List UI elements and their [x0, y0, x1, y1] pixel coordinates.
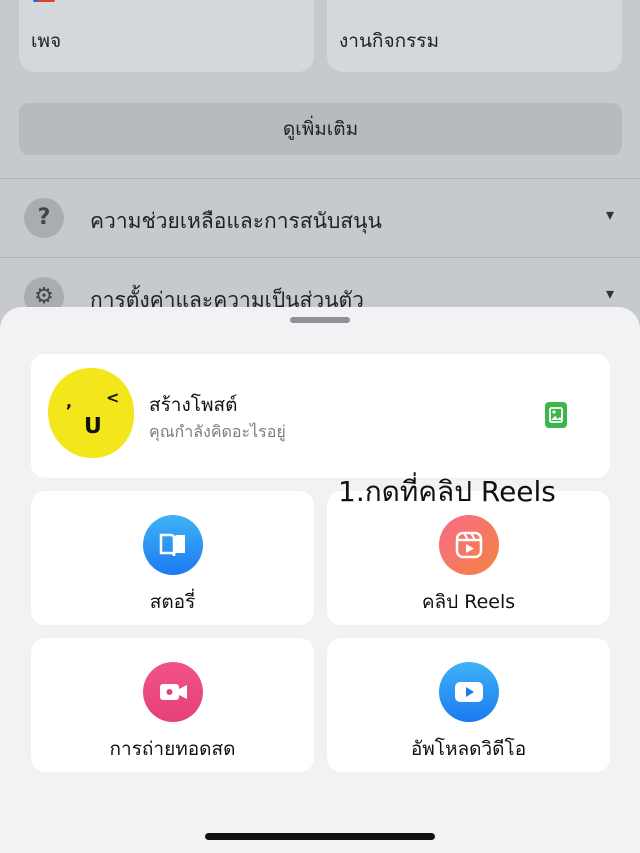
upload-video-label: อัพโหลดวิดีโอ [410, 738, 527, 760]
story-tile[interactable]: สตอรี่ [31, 491, 314, 625]
reels-label: คลิป Reels [421, 591, 516, 613]
upload-video-tile[interactable]: อัพโหลดวิดีโอ [327, 638, 610, 772]
events-label: งานกิจกรรม [339, 30, 440, 52]
chevron-down-icon: ▾ [605, 284, 614, 303]
help-support-label: ความช่วยเหลือและการสนับสนุน [90, 209, 382, 233]
reels-icon [439, 515, 499, 575]
create-post-card[interactable]: , < ᑌ สร้างโพสต์ คุณกำลังคิดอะไรอยู่ [31, 354, 610, 478]
live-tile[interactable]: การถ่ายทอดสด [31, 638, 314, 772]
see-more-button[interactable]: ดูเพิ่มเติม [19, 103, 622, 155]
help-icon: ? [24, 198, 64, 238]
pages-shortcut-card[interactable]: เพจ [19, 0, 314, 72]
story-label: สตอรี่ [149, 591, 196, 613]
photo-icon[interactable] [545, 402, 567, 428]
avatar: , < ᑌ [48, 368, 134, 458]
instruction-annotation: 1.กดที่คลิป Reels [338, 475, 556, 508]
create-post-title: สร้างโพสต์ [149, 394, 238, 416]
create-post-prompt: คุณกำลังคิดอะไรอยู่ [149, 422, 286, 441]
flag-icon [33, 0, 55, 2]
live-label: การถ่ายทอดสด [109, 738, 236, 760]
play-icon [439, 662, 499, 722]
sheet-grabber-handle[interactable] [290, 317, 350, 323]
events-shortcut-card[interactable]: ★ งานกิจกรรม [327, 0, 622, 72]
home-indicator[interactable] [205, 833, 435, 840]
create-bottom-sheet: , < ᑌ สร้างโพสต์ คุณกำลังคิดอะไรอยู่ สตอ… [0, 307, 640, 853]
pages-label: เพจ [31, 30, 62, 52]
help-support-row[interactable]: ? ความช่วยเหลือและการสนับสนุน ▾ [0, 179, 640, 257]
book-icon [143, 515, 203, 575]
video-camera-icon [143, 662, 203, 722]
chevron-down-icon: ▾ [605, 205, 614, 224]
